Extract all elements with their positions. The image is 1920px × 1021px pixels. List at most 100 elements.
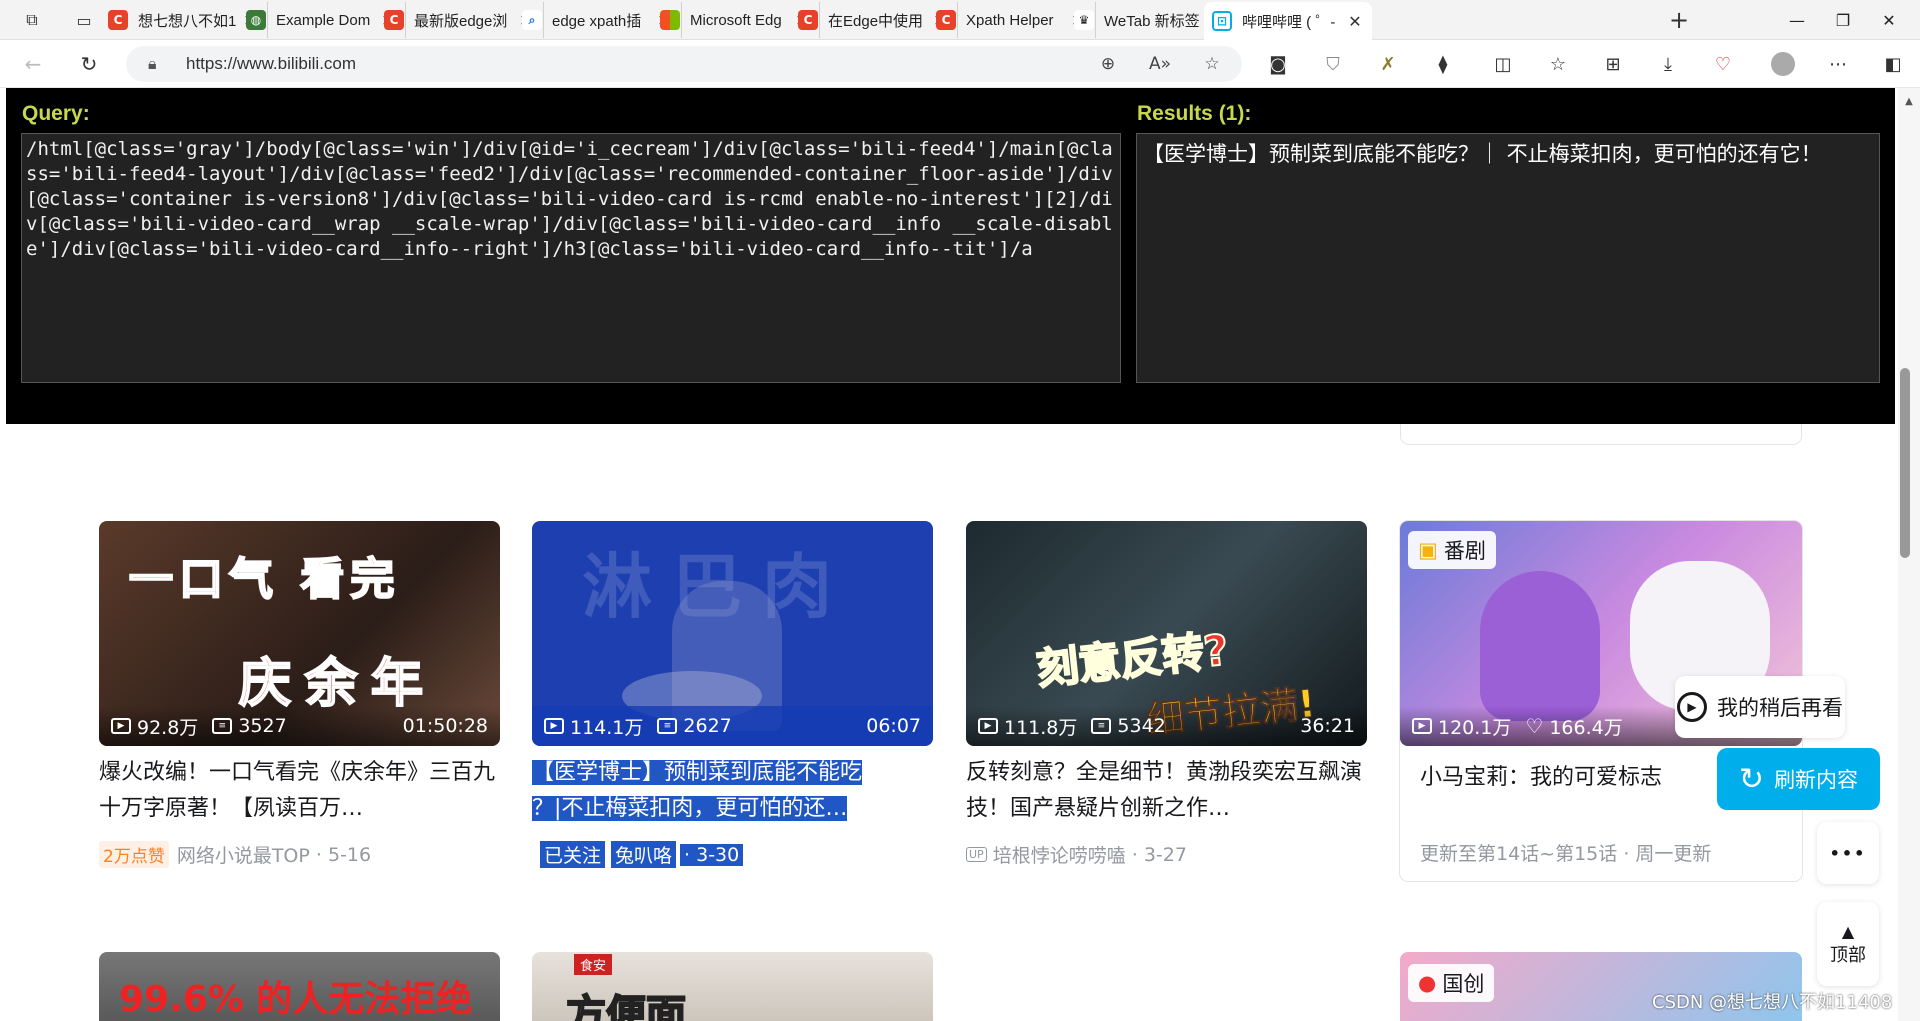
publish-date: · 5-16 — [315, 843, 372, 866]
corner-tag: 食安 — [574, 954, 613, 975]
lock-icon[interactable]: 🔒︎ — [148, 54, 157, 74]
watch-later-button[interactable]: ▶ 我的稍后再看 — [1675, 676, 1845, 738]
favorites-icon[interactable]: ☆ — [1543, 50, 1573, 78]
danmaku-icon: ≡ — [657, 718, 678, 734]
results-label: Results (1): — [1137, 102, 1252, 125]
video-meta: 已关注 兔叭咯 · 3-30 — [532, 841, 744, 868]
video-thumbnail[interactable]: 淋巴肉 ▶ 114.1万 ≡ 2627 06:07 — [532, 521, 933, 746]
side-card-prev[interactable] — [1401, 424, 1801, 444]
video-title[interactable]: 爆火改编！一口气看完《庆余年》三百九十万字原著！【夙读百万… — [99, 755, 500, 827]
pony-purple — [1480, 571, 1600, 721]
duration: 06:07 — [866, 715, 921, 737]
wetab-favicon-icon: ♛ — [1074, 10, 1094, 30]
search-favicon-icon: ⌕ — [522, 10, 542, 30]
thumbnail-stats: ▶ 92.8万 ≡ 3527 01:50:28 — [99, 706, 500, 746]
danmaku-icon: ≡ — [1091, 718, 1112, 734]
refresh-icon[interactable]: ↻ — [74, 50, 104, 78]
bangumi-tag: ▣ 番剧 — [1408, 531, 1496, 569]
microsoft-favicon-icon — [660, 10, 680, 30]
split-screen-icon[interactable]: ◫ — [1488, 50, 1518, 78]
video-thumbnail[interactable]: 一口气 看完 庆余年 ▶ 92.8万 ≡ 3527 01:50:28 — [99, 521, 500, 746]
csdn-favicon-icon: C — [936, 10, 956, 30]
csdn-favicon-icon: C — [384, 10, 404, 30]
csdn-favicon-icon: C — [108, 10, 128, 30]
author-name[interactable]: 网络小说最TOP — [177, 841, 310, 868]
close-tab-icon[interactable]: ✕ — [1346, 12, 1364, 31]
navigation-bar: ← ↻ 🔒︎ https://www.bilibili.com ⊕ A» ☆ ◙… — [0, 40, 1920, 88]
likes-badge: 2万点赞 — [99, 841, 169, 868]
thumbnail-stats: ▶ 114.1万 ≡ 2627 06:07 — [532, 706, 933, 746]
fire-icon: ● — [1418, 971, 1437, 995]
address-bar[interactable]: 🔒︎ https://www.bilibili.com ⊕ A» ☆ — [126, 46, 1242, 82]
minimize-icon[interactable]: — — [1774, 6, 1820, 34]
video-thumbnail[interactable]: 刻意反转? 细节拉满! ▶111.8万 ≡5342 36:21 — [966, 521, 1367, 746]
video-title-highlighted[interactable]: 【医学博士】预制菜到底能不能吃 ？|不止梅菜扣肉，更可怕的还… — [532, 755, 933, 827]
read-aloud-icon[interactable]: A» — [1148, 53, 1172, 75]
csdn-watermark: CSDN @想七想八不如11408 — [1652, 992, 1893, 1013]
thumbnail-text: 99.6% 的人无法拒绝 — [119, 979, 473, 1020]
thumbnail-stats: ▶ 111.8万 ≡ 5342 36:21 — [966, 706, 1367, 746]
more-button[interactable]: ••• — [1817, 822, 1879, 884]
sidebar-toggle-icon[interactable]: ◧ — [1878, 50, 1908, 78]
duration: 01:50:28 — [402, 715, 488, 737]
performance-icon[interactable]: ♡ — [1708, 50, 1738, 78]
thumbnail-text: 一口气 看完 — [128, 553, 401, 606]
workspaces-icon[interactable]: ⧉ — [18, 7, 46, 33]
video-card-3[interactable]: 刻意反转? 细节拉满! ▶111.8万 ≡5342 36:21 反转刻意？全是细… — [966, 521, 1367, 867]
bangumi-update-info: 更新至第14话~第15话 · 周一更新 — [1420, 843, 1712, 865]
back-to-top-button[interactable]: ▲ 顶部 — [1817, 902, 1879, 986]
collections-icon[interactable]: ⊞ — [1598, 50, 1628, 78]
video-card-2[interactable]: 淋巴肉 ▶ 114.1万 ≡ 2627 06:07 【医学博士】预制菜到底能不能吃 … — [532, 521, 933, 868]
url-text[interactable]: https://www.bilibili.com — [186, 54, 356, 74]
play-count-icon: ▶ — [544, 718, 564, 734]
new-tab-button[interactable]: + — [1664, 6, 1694, 34]
tab-9-active[interactable]: ⊡ 哔哩哔哩 ( ゜- ✕ — [1204, 2, 1372, 40]
more-menu-icon[interactable]: ⋯ — [1823, 50, 1853, 78]
guochuang-tag: ● 国创 — [1408, 964, 1495, 1002]
refresh-content-button[interactable]: ↻ 刷新内容 — [1717, 748, 1880, 810]
xpath-helper-panel: Query: Results (1): /html[@class='gray']… — [6, 88, 1895, 424]
video-thumbnail-row2-2[interactable]: 食安 方便面 — [532, 952, 933, 1021]
favorite-star-icon[interactable]: ☆ — [1200, 53, 1224, 75]
profile-avatar-icon[interactable] — [1768, 50, 1798, 78]
tab-strip: ⧉ ▭ C 想七想八不如1 ✕ ◍ Example Dom ✕ C 最新版edg… — [0, 0, 1920, 40]
restore-icon[interactable]: ❐ — [1820, 6, 1866, 34]
play-count-icon: ▶ — [978, 718, 998, 734]
duration: 36:21 — [1300, 715, 1355, 737]
author-name[interactable]: 兔叭咯 — [611, 841, 677, 868]
video-card-1[interactable]: 一口气 看完 庆余年 ▶ 92.8万 ≡ 3527 01:50:28 爆火改编！一口… — [99, 521, 500, 868]
query-textarea[interactable]: /html[@class='gray']/body[@class='win']/… — [21, 133, 1121, 383]
xpath-helper-icon[interactable]: ✗ — [1373, 50, 1403, 78]
video-meta: 2万点赞 网络小说最TOP · 5-16 — [99, 841, 371, 868]
scrollbar-thumb[interactable] — [1900, 368, 1910, 558]
play-count-icon: ▶ — [1412, 718, 1432, 734]
danmaku-icon: ≡ — [212, 718, 233, 734]
query-label: Query: — [22, 102, 90, 125]
refresh-icon: ↻ — [1738, 761, 1765, 797]
tab-actions-icon[interactable]: ▭ — [70, 7, 98, 33]
watch-later-icon: ▶ — [1677, 692, 1707, 722]
close-window-icon[interactable]: ✕ — [1866, 6, 1912, 34]
results-box[interactable]: 【医学博士】预制菜到底能不能吃？｜ 不止梅菜扣肉，更可怕的还有它！ — [1136, 133, 1880, 383]
author-name[interactable]: 培根悖论唠唠嗑 — [993, 841, 1126, 868]
video-thumbnail-row2-1[interactable]: 99.6% 的人无法拒绝 — [99, 952, 500, 1021]
followed-badge: 已关注 — [540, 841, 606, 868]
bangumi-title[interactable]: 小马宝莉：我的可爱标志 — [1420, 759, 1662, 791]
shield-icon[interactable]: ⛉ — [1318, 50, 1348, 78]
publish-date: · 3-27 — [1131, 843, 1187, 866]
thumbnail-subtext: 庆余年 — [238, 652, 438, 715]
uploader-icon: UP — [966, 847, 987, 862]
video-meta: UP 培根悖论唠唠嗑 · 3-27 — [966, 841, 1187, 868]
heart-icon: ♡ — [1525, 714, 1544, 738]
zoom-icon[interactable]: ⊕ — [1096, 53, 1120, 75]
tv-icon: ▣ — [1418, 538, 1438, 562]
download-icon[interactable]: ⤓ — [1653, 50, 1683, 78]
extension-icon[interactable]: ◙ — [1263, 50, 1293, 78]
play-count-icon: ▶ — [111, 718, 131, 734]
extensions-puzzle-icon[interactable]: ⧫ — [1428, 50, 1458, 78]
scroll-up-arrow-icon[interactable]: ▲ — [1902, 96, 1916, 107]
back-icon[interactable]: ← — [18, 50, 48, 78]
arrow-up-icon: ▲ — [1841, 921, 1855, 941]
thumbnail-text: 方便面 — [565, 991, 687, 1021]
video-title[interactable]: 反转刻意？全是细节！黄渤段奕宏互飙演技！国产悬疑片创新之作… — [966, 755, 1367, 827]
